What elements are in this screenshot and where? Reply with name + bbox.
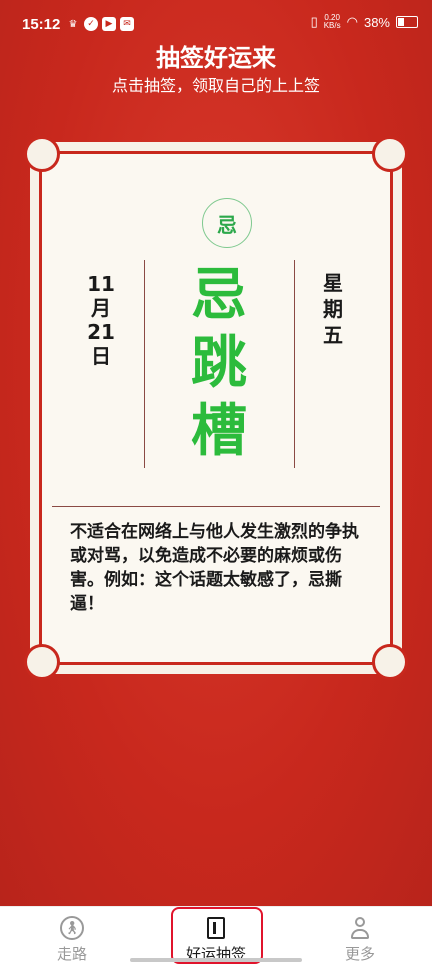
check-icon: ✓ (84, 17, 98, 31)
page-title: 抽签好运来 (156, 44, 276, 72)
battery-text: 38% (363, 14, 390, 30)
walk-icon: 🚶︎ (59, 915, 85, 941)
home-indicator[interactable] (130, 958, 302, 962)
notification-icons: ♛ ✓ ▶ ✉ (66, 17, 134, 31)
system-icons: ▯ 0.20 KB/s ◠ 38% (311, 14, 418, 30)
active-tab-highlight (171, 907, 263, 964)
fortune-description: 不适合在网络上与他人发生激烈的争执或对骂，以免造成不必要的麻烦或伤害。例如：这个… (70, 522, 359, 614)
fortune-weekday: 星 期 五 (323, 271, 343, 347)
divider-vertical (144, 260, 145, 468)
corner-ornament (372, 136, 408, 172)
corner-ornament (24, 644, 60, 680)
wifi-icon: ◠ (346, 14, 358, 29)
nav-item-label: 走路 (56, 945, 87, 963)
fortune-card[interactable]: 忌 11 月 21 日 忌 跳 槽 星 期 五 不适合在网络上与他人发生激烈的争… (24, 136, 408, 680)
nav-item-more[interactable]: 更多 (310, 915, 410, 964)
corner-ornament (372, 644, 408, 680)
nav-item-label: 更多 (344, 945, 375, 963)
play-icon: ▶ (102, 17, 116, 31)
vibrate-icon: ▯ (310, 14, 318, 29)
fortune-main-text: 忌 跳 槽 (191, 263, 247, 464)
page-subtitle: 点击抽签，领取自己的上上签 (111, 76, 320, 95)
divider-vertical (294, 260, 295, 468)
mail-icon: ✉ (120, 17, 134, 31)
fortune-date: 11 月 21 日 (87, 272, 115, 368)
net-speed: 0.20 KB/s (323, 13, 341, 30)
nav-item-walk[interactable]: 🚶︎ 走路 (22, 915, 122, 964)
crown-icon: ♛ (68, 18, 78, 30)
person-icon (347, 915, 373, 941)
fortune-type-badge: 忌 (202, 198, 252, 248)
corner-ornament (24, 136, 60, 172)
divider-horizontal (52, 506, 380, 507)
battery-icon (396, 16, 418, 28)
fortune-card-frame: 忌 11 月 21 日 忌 跳 槽 星 期 五 不适合在网络上与他人发生激烈的争… (24, 136, 408, 680)
status-time: 15:12 (22, 16, 61, 33)
